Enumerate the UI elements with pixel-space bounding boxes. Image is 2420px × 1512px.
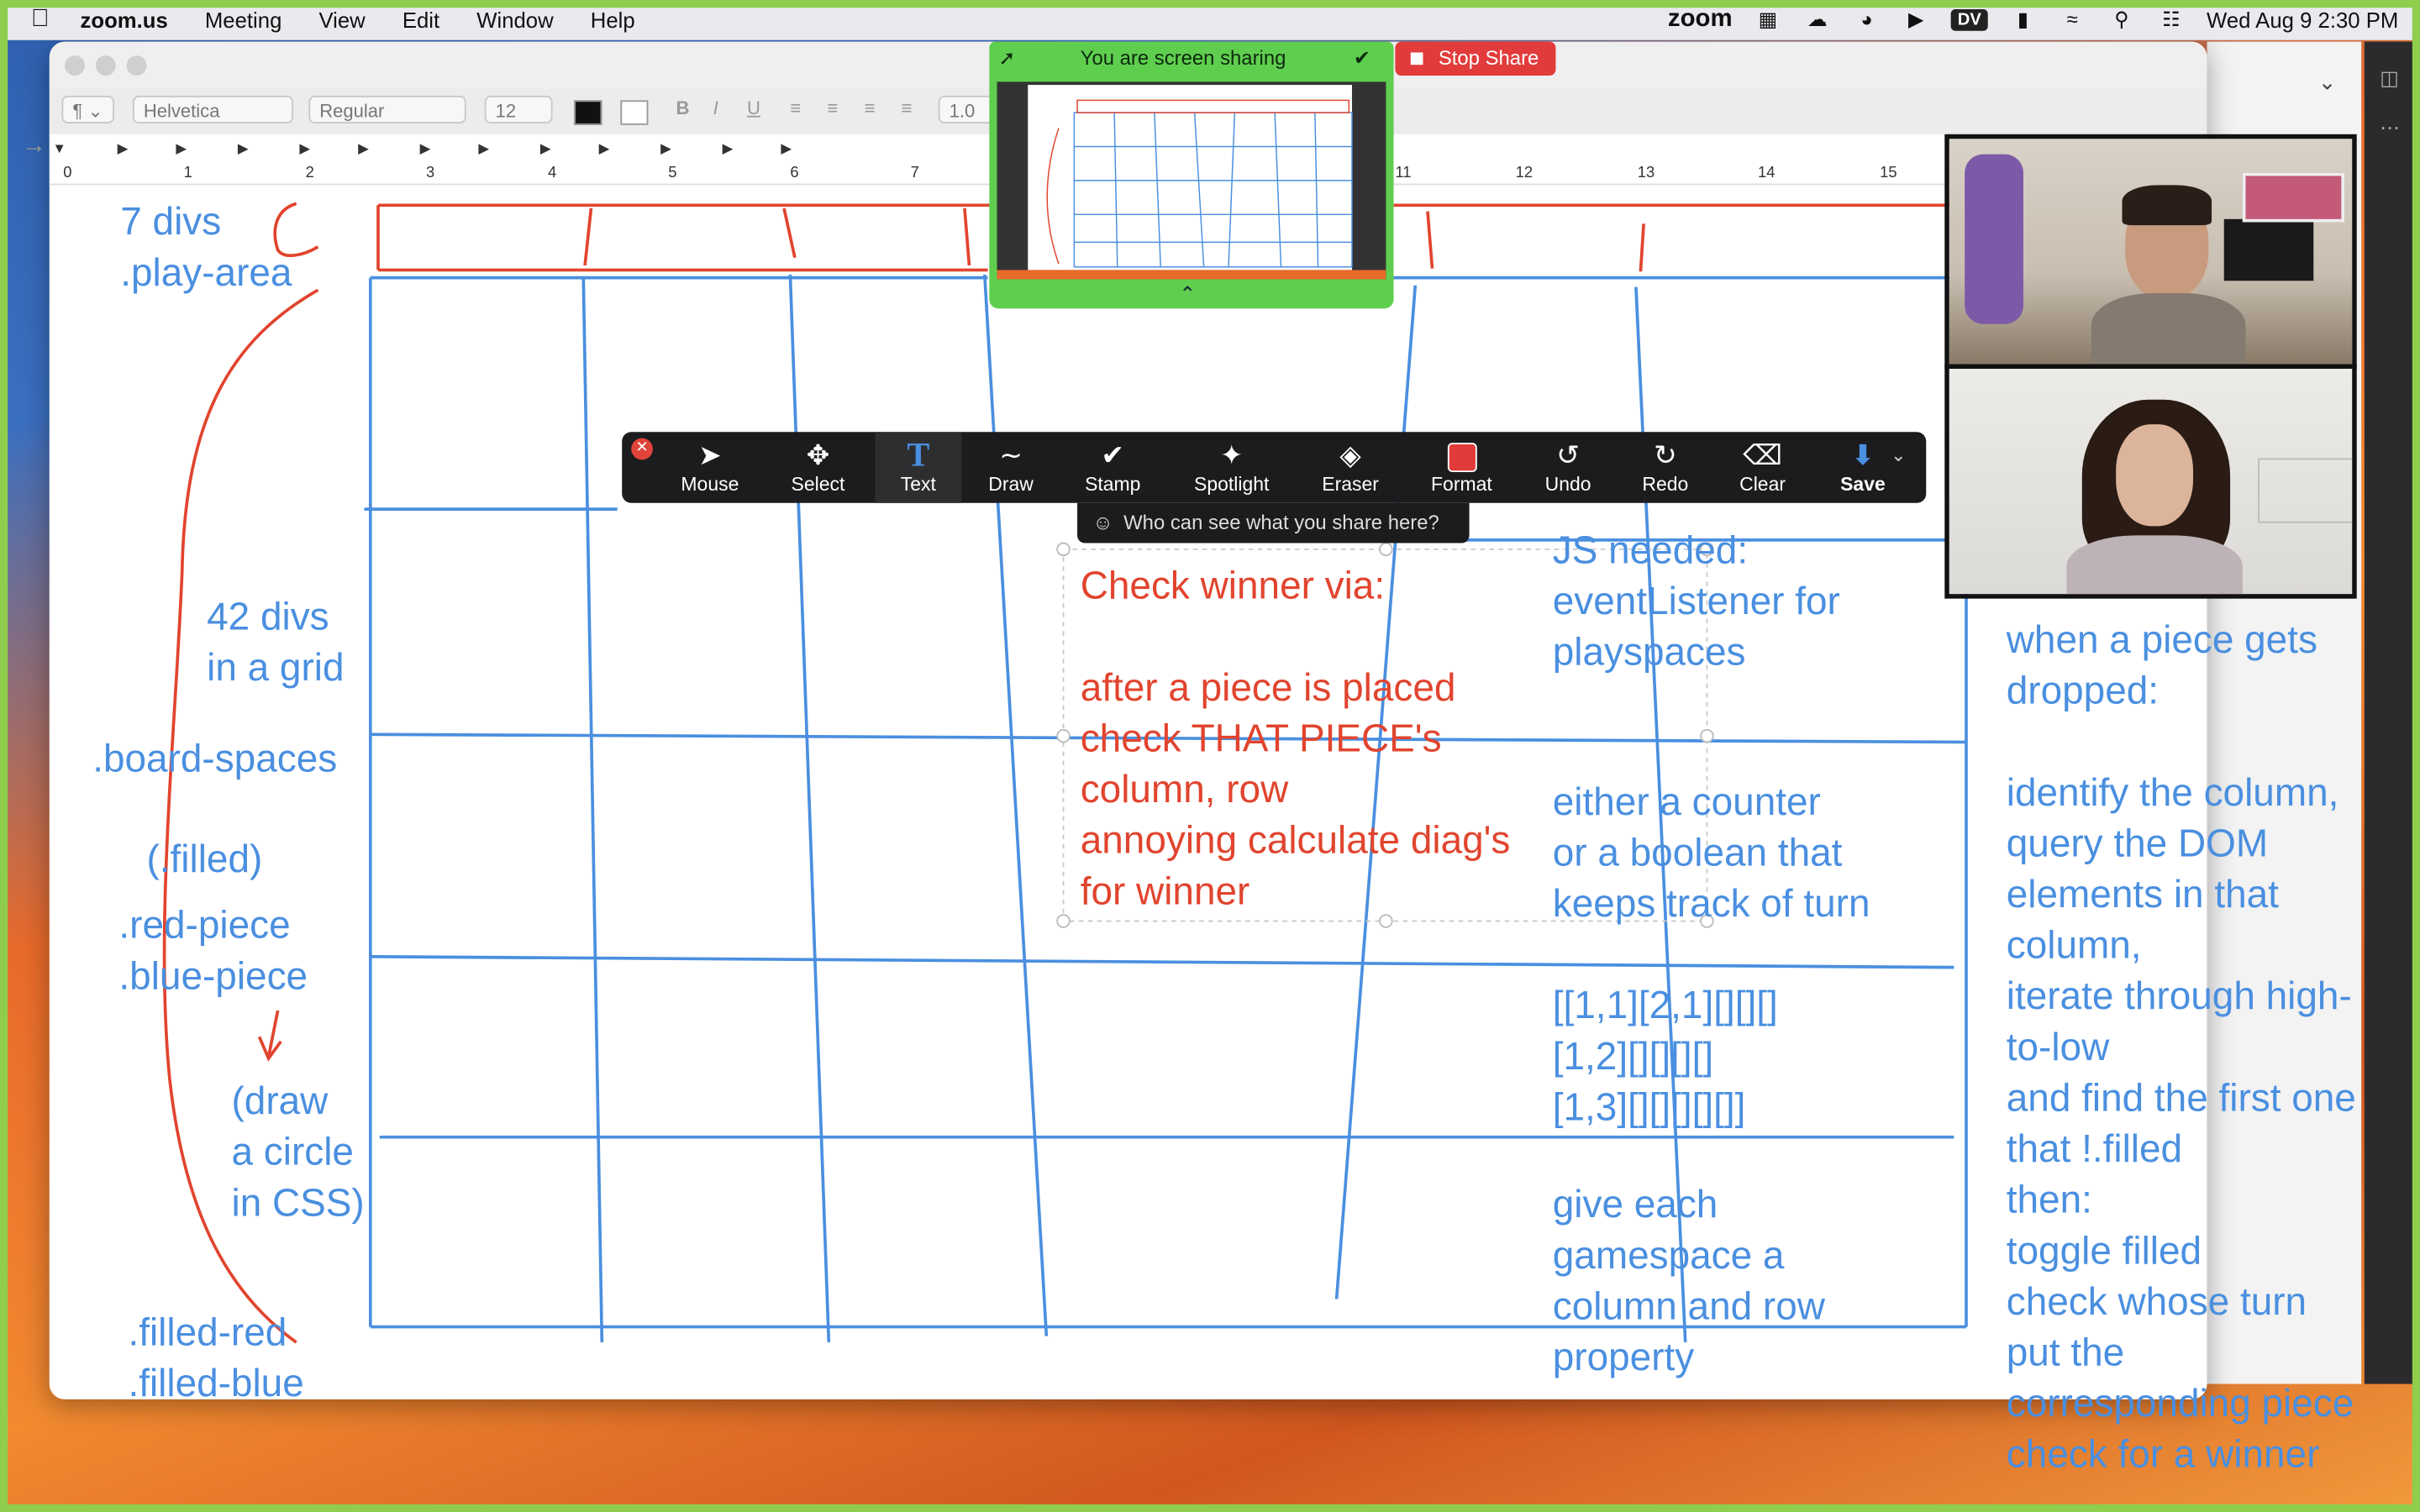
wifi-icon[interactable]: ≈ [2059,8,2086,31]
cursor-icon: ➤ [698,439,722,471]
calendar-icon[interactable]: ▦ [1754,8,1781,31]
stop-square-icon [1410,52,1423,66]
menu-view[interactable]: View [318,8,365,32]
shield-icon: ✔ [1353,46,1370,70]
tool-save[interactable]: ⬇ Save [1820,432,1907,502]
tool-label: Format [1431,473,1492,496]
screen-sharing-banner[interactable]: ➚ You are screen sharing ✔ [989,41,1394,76]
preview-image [997,81,1386,280]
tool-label: Save [1840,473,1886,496]
menu-window[interactable]: Window [476,8,553,32]
tool-clear[interactable]: ⌫ Clear [1724,432,1802,502]
tool-label: Clear [1739,473,1786,496]
annotation-toolbar: ✕ ➤ Mouse ✥ Select T Text ∼ Draw ✔ Stamp… [622,432,1927,503]
pin-icon[interactable]: ➚ [998,42,1015,76]
dv-badge[interactable]: DV [1951,9,1988,31]
format-icon [1446,439,1476,473]
undo-icon: ↺ [1556,439,1580,471]
move-icon: ✥ [806,439,830,471]
tool-eraser[interactable]: ◈ Eraser [1304,432,1397,502]
stop-share-label: Stop Share [1438,46,1539,70]
tool-label: Stamp [1085,473,1141,496]
who-can-see-button[interactable]: ☺ Who can see what you share here? [1077,502,1470,543]
share-preview-thumbnail[interactable]: ⌃ [989,76,1394,309]
note-js-needed: JS needed: eventListener for playspaces [1552,529,1840,675]
participant-video-2[interactable] [1944,364,2357,599]
tool-draw[interactable]: ∼ Draw [971,432,1051,502]
note-piece-dropped: when a piece gets dropped: identify the … [2006,618,2356,1477]
note-board-spaces: .board-spaces [92,737,338,781]
note-draw-circle: (draw a circle in CSS) [231,1079,365,1226]
tool-stamp[interactable]: ✔ Stamp [1070,432,1156,502]
checkmark-icon: ✔ [1101,439,1125,471]
who-can-see-label: Who can see what you share here? [1123,510,1439,534]
tool-redo[interactable]: ↻ Redo [1628,432,1702,502]
note-seven-divs: 7 divs .play-area [120,200,292,295]
battery-icon[interactable]: ▮ [2009,8,2037,31]
trash-icon: ⌫ [1743,439,1782,471]
tool-spotlight[interactable]: ✦ Spotlight [1181,432,1282,502]
menu-bar:  zoom.us Meeting View Edit Window Help … [0,0,2420,40]
tool-label: Eraser [1322,473,1379,496]
menu-help[interactable]: Help [591,8,635,32]
cloud-icon[interactable]: ☁ [1803,8,1831,31]
control-center-icon[interactable]: ☷ [2157,8,2185,31]
note-turn-counter: either a counter or a boolean that keeps… [1552,780,1870,927]
tool-label: Spotlight [1194,473,1270,496]
redo-icon: ↻ [1653,439,1677,471]
clock[interactable]: Wed Aug 9 2:30 PM [2207,8,2398,32]
play-area-outline [162,202,1954,1344]
eraser-icon: ◈ [1339,439,1361,471]
tool-format[interactable]: Format [1415,432,1507,502]
zoom-status-label[interactable]: zoom [1668,6,1733,34]
close-annotation-icon[interactable]: ✕ [631,438,653,460]
text-icon: T [907,434,930,474]
menu-app-name[interactable]: zoom.us [81,8,168,32]
save-icon: ⬇ [1851,439,1875,471]
tool-label: Text [900,473,936,496]
tool-label: Select [791,473,845,496]
person-icon: ☺ [1092,510,1113,534]
menu-edit[interactable]: Edit [402,8,439,32]
circle-status-icon[interactable]: ◕ [1853,8,1881,31]
draw-icon: ∼ [999,439,1023,471]
note-array: [[1,1][2,1][][][] [1,2][][][][] [1,3][][… [1552,984,1778,1130]
note-grid-divs: 42 divs in a grid [207,595,345,690]
stop-share-button[interactable]: Stop Share [1395,41,1556,76]
tool-select[interactable]: ✥ Select [773,432,863,502]
note-check-winner: Check winner via: after a piece is place… [1080,564,1511,914]
search-icon[interactable]: ⚲ [2107,8,2135,31]
tool-label: Undo [1544,473,1591,496]
tool-undo[interactable]: ↺ Undo [1529,432,1607,502]
status-area: zoom ▦ ☁ ◕ ▶ DV ▮ ≈ ⚲ ☷ Wed Aug 9 2:30 P… [1668,0,2398,40]
spotlight-icon: ✦ [1219,439,1244,471]
participant-video-1[interactable] [1944,134,2357,369]
note-gamespace: give each gamespace a column and row pro… [1552,1183,1825,1380]
play-icon[interactable]: ▶ [1902,8,1930,31]
tool-label: Mouse [681,473,739,496]
sharing-label: You are screen sharing [1080,46,1286,70]
tool-label: Redo [1642,473,1689,496]
collapse-chevron-icon[interactable]: ⌃ [1179,282,1196,307]
save-options-chevron-icon[interactable]: ⌄ [1891,444,1906,466]
note-pieces: .red-piece .blue-piece [118,904,308,999]
tool-text[interactable]: T Text [875,432,962,503]
tool-label: Draw [988,473,1034,496]
note-filled: (.filled) [146,837,263,881]
apple-icon[interactable]:  [31,6,50,34]
menu-meeting[interactable]: Meeting [205,8,281,32]
tool-mouse[interactable]: ➤ Mouse [668,432,751,502]
note-filled-classes: .filled-red .filled-blue [128,1311,304,1406]
